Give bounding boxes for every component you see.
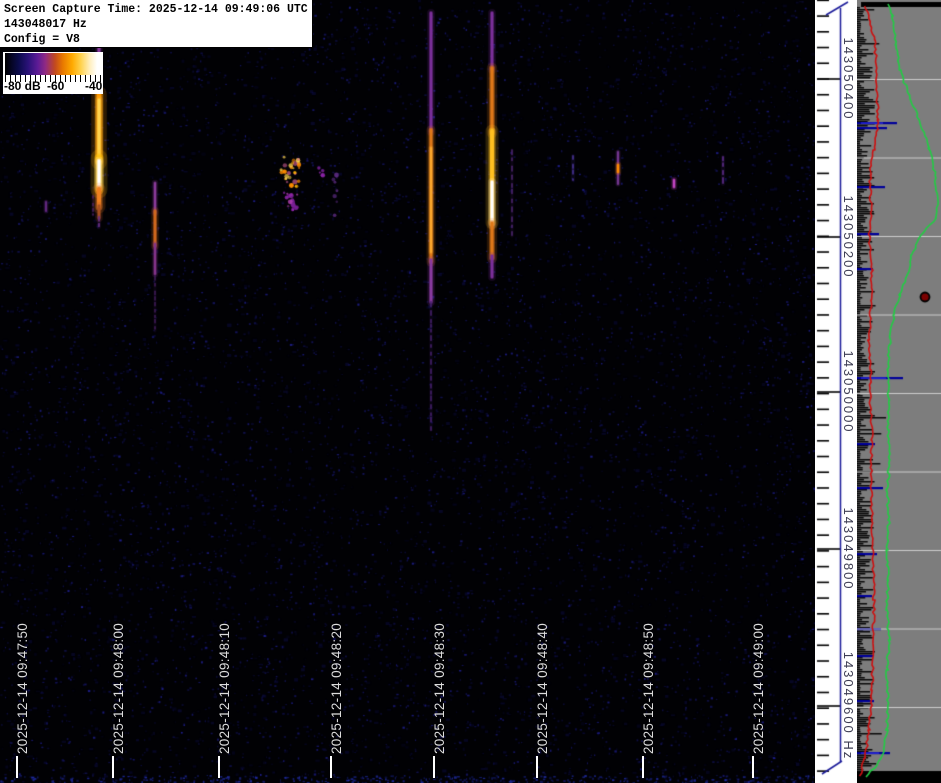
time-axis-tick	[16, 756, 18, 778]
frequency-axis-label: 143050200	[841, 195, 856, 279]
config-text: Config = V8	[4, 33, 80, 46]
frequency-axis-label: 143050000	[841, 350, 856, 434]
time-axis-tick	[433, 756, 435, 778]
time-axis-tick	[752, 756, 754, 778]
time-axis-label: 2025-12-14 09:48:40	[535, 622, 550, 754]
time-axis-tick	[642, 756, 644, 778]
frequency-axis-label: 143050400	[841, 37, 856, 121]
color-scale-legend: -80 dB -60 -40	[3, 52, 103, 94]
frequency-axis-label: 143049800	[841, 507, 856, 591]
time-axis-label: 2025-12-14 09:47:50	[15, 622, 30, 754]
screen-capture-app: Screen Capture Time: 2025-12-14 09:49:06…	[0, 0, 941, 783]
color-gradient-bar	[5, 53, 101, 75]
time-axis-label: 2025-12-14 09:48:50	[641, 622, 656, 754]
legend-max-label: -40	[85, 79, 103, 93]
legend-min-label: -80 dB	[4, 79, 41, 93]
frequency-axis: 143050400 143050200 143050000 143049800 1430…	[815, 0, 857, 783]
time-axis-label: 2025-12-14 09:48:10	[217, 622, 232, 754]
legend-mid-label: -60	[47, 79, 65, 93]
time-axis-tick	[218, 756, 220, 778]
time-axis-tick	[330, 756, 332, 778]
capture-info-box: Screen Capture Time: 2025-12-14 09:49:06…	[0, 0, 313, 48]
time-axis-tick	[112, 756, 114, 778]
time-axis-label: 2025-12-14 09:48:00	[111, 622, 126, 754]
time-axis-label: 2025-12-14 09:48:20	[329, 622, 344, 754]
time-axis-label: 2025-12-14 09:48:30	[432, 622, 447, 754]
frequency-axis-label: 143049600 Hz	[841, 651, 856, 761]
spectrum-side-panel	[857, 0, 941, 783]
capture-frequency-text: 143048017 Hz	[4, 18, 87, 31]
time-axis-tick	[536, 756, 538, 778]
time-axis-label: 2025-12-14 09:49:00	[751, 622, 766, 754]
capture-time-text: Screen Capture Time: 2025-12-14 09:49:06…	[4, 3, 308, 16]
